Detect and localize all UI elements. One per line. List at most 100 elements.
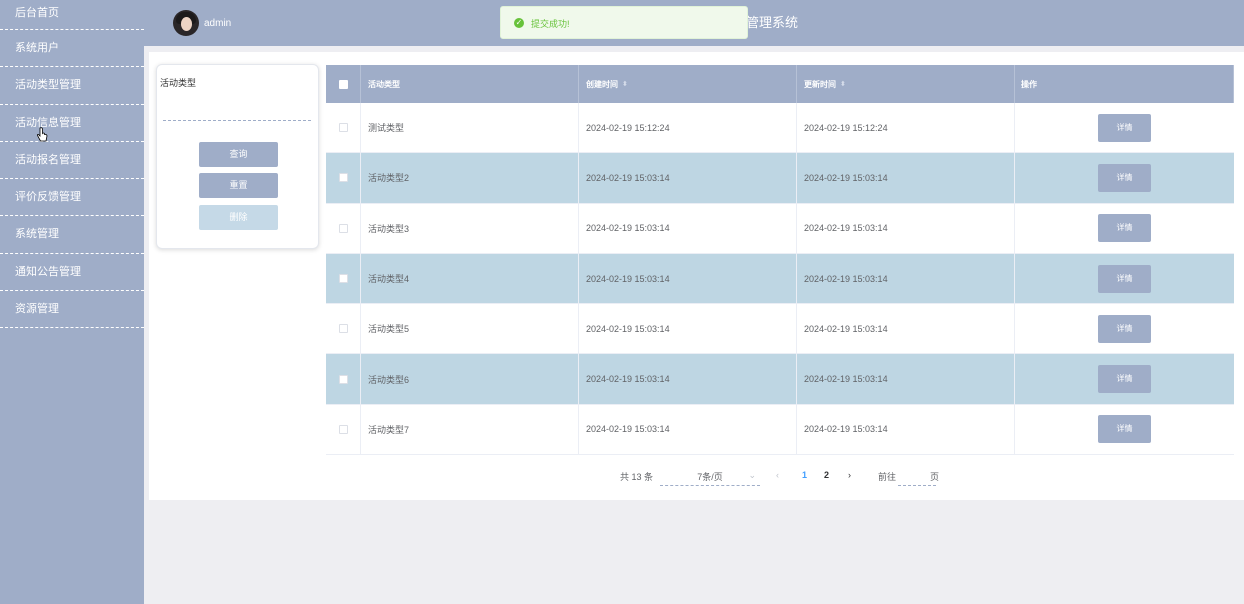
page-size-select[interactable]: 7条/页 ⌄ [660, 470, 760, 486]
row-checkbox[interactable] [338, 324, 348, 334]
select-all-checkbox[interactable] [338, 79, 348, 89]
cell-operations: 详情 [1015, 103, 1234, 152]
cell-created-time: 2024-02-19 15:03:14 [579, 354, 797, 404]
cell-operations: 详情 [1015, 153, 1234, 202]
cell-operations: 详情 [1015, 204, 1234, 253]
cell-updated-time: 2024-02-19 15:03:14 [797, 153, 1015, 203]
row-select-cell [326, 153, 361, 203]
row-select-cell [326, 304, 361, 354]
row-checkbox[interactable] [338, 424, 348, 434]
cell-operations: 详情 [1015, 254, 1234, 303]
detail-button[interactable]: 详情 [1098, 113, 1151, 142]
sidebar-item-feedback[interactable]: 评价反馈管理 [0, 179, 144, 217]
table-row: 活动类型3 2024-02-19 15:03:14 2024-02-19 15:… [326, 203, 1234, 254]
header-operations: 操作 [1015, 65, 1234, 103]
prev-page-button[interactable]: ‹ [776, 470, 779, 480]
header-activity-type: 活动类型 [361, 65, 579, 103]
next-page-button[interactable]: › [848, 470, 851, 480]
detail-button[interactable]: 详情 [1098, 163, 1151, 192]
cell-created-time: 2024-02-19 15:03:14 [579, 304, 797, 354]
table-header: 活动类型 创建时间 ⬍ 更新时间 ⬍ 操作 [326, 65, 1234, 103]
detail-button[interactable]: 详情 [1098, 365, 1151, 394]
header-updated-label: 更新时间 [804, 79, 836, 89]
sort-icon[interactable]: ⬍ [622, 80, 628, 88]
row-checkbox[interactable] [338, 123, 348, 133]
success-toast: ✓ 提交成功! [500, 6, 748, 39]
cell-updated-time: 2024-02-19 15:03:14 [797, 404, 1015, 455]
row-select-cell [326, 103, 361, 153]
sidebar-item-activity-signup[interactable]: 活动报名管理 [0, 142, 144, 180]
cell-activity-type: 活动类型2 [361, 153, 579, 203]
goto-label: 前往 [878, 472, 897, 482]
query-button[interactable]: 查询 [199, 142, 278, 167]
sidebar-item-system[interactable]: 系统管理 [0, 216, 144, 254]
cell-updated-time: 2024-02-19 15:03:14 [797, 354, 1015, 404]
check-circle-icon: ✓ [514, 18, 524, 28]
row-select-cell [326, 203, 361, 253]
select-all-cell [326, 65, 361, 103]
cell-activity-type: 活动类型4 [361, 253, 579, 304]
hand-cursor-icon [36, 127, 48, 142]
activity-type-search-input[interactable] [163, 103, 311, 121]
cell-updated-time: 2024-02-19 15:03:14 [797, 253, 1015, 304]
cell-created-time: 2024-02-19 15:03:14 [579, 253, 797, 304]
sidebar-item-activity-info[interactable]: 活动信息管理 [0, 105, 144, 142]
table-row: 活动类型4 2024-02-19 15:03:14 2024-02-19 15:… [326, 253, 1234, 305]
delete-button[interactable]: 删除 [199, 205, 278, 230]
sidebar-item-system-users[interactable]: 系统用户 [0, 30, 144, 68]
cell-created-time: 2024-02-19 15:12:24 [579, 103, 797, 153]
detail-button[interactable]: 详情 [1098, 214, 1151, 243]
sort-icon[interactable]: ⬍ [840, 80, 846, 88]
cell-activity-type: 活动类型3 [361, 203, 579, 253]
row-checkbox[interactable] [338, 374, 348, 384]
cell-created-time: 2024-02-19 15:03:14 [579, 153, 797, 203]
detail-button[interactable]: 详情 [1098, 314, 1151, 343]
detail-button[interactable]: 详情 [1098, 415, 1151, 444]
system-title: 管理系统 [746, 15, 799, 30]
row-select-cell [326, 253, 361, 304]
pagination-total: 共 13 条 [620, 472, 654, 482]
table-row: 活动类型6 2024-02-19 15:03:14 2024-02-19 15:… [326, 354, 1234, 405]
cell-activity-type: 测试类型 [361, 103, 579, 153]
table-row: 活动类型5 2024-02-19 15:03:14 2024-02-19 15:… [326, 304, 1234, 355]
cell-operations: 详情 [1015, 304, 1234, 353]
header-created-time[interactable]: 创建时间 ⬍ [579, 65, 797, 103]
table-row: 活动类型7 2024-02-19 15:03:14 2024-02-19 15:… [326, 404, 1234, 456]
cell-updated-time: 2024-02-19 15:03:14 [797, 203, 1015, 253]
username: admin [204, 18, 232, 29]
cell-activity-type: 活动类型5 [361, 304, 579, 354]
cell-operations: 详情 [1015, 405, 1234, 454]
cell-activity-type: 活动类型6 [361, 354, 579, 404]
row-checkbox[interactable] [338, 223, 348, 233]
cell-updated-time: 2024-02-19 15:12:24 [797, 103, 1015, 153]
row-select-cell [326, 404, 361, 455]
table-row: 活动类型2 2024-02-19 15:03:14 2024-02-19 15:… [326, 153, 1234, 204]
sidebar: 后台首页 系统用户 活动类型管理 活动信息管理 活动报名管理 评价反馈管理 系统… [0, 0, 144, 604]
page-suffix-label: 页 [930, 472, 940, 482]
page-1-button[interactable]: 1 [802, 470, 807, 480]
search-label: 活动类型 [160, 78, 197, 88]
search-card: 活动类型 查询 重置 删除 [156, 64, 319, 249]
cell-created-time: 2024-02-19 15:03:14 [579, 404, 797, 455]
table-row: 测试类型 2024-02-19 15:12:24 2024-02-19 15:1… [326, 103, 1234, 154]
cell-updated-time: 2024-02-19 15:03:14 [797, 304, 1015, 354]
cell-operations: 详情 [1015, 354, 1234, 403]
row-select-cell [326, 354, 361, 404]
page-2-button[interactable]: 2 [824, 470, 829, 480]
header-created-label: 创建时间 [586, 79, 618, 89]
page-size-value: 7条/页 [697, 472, 723, 482]
chevron-down-icon: ⌄ [748, 470, 756, 480]
detail-button[interactable]: 详情 [1098, 264, 1151, 293]
row-checkbox[interactable] [338, 274, 348, 284]
cell-created-time: 2024-02-19 15:03:14 [579, 203, 797, 253]
reset-button[interactable]: 重置 [199, 173, 278, 198]
sidebar-item-home[interactable]: 后台首页 [0, 0, 144, 30]
toast-message: 提交成功! [531, 19, 570, 29]
header-updated-time[interactable]: 更新时间 ⬍ [797, 65, 1015, 103]
avatar[interactable] [173, 10, 199, 36]
sidebar-item-notices[interactable]: 通知公告管理 [0, 254, 144, 292]
cell-activity-type: 活动类型7 [361, 404, 579, 455]
sidebar-item-activity-types[interactable]: 活动类型管理 [0, 67, 144, 105]
row-checkbox[interactable] [338, 173, 348, 183]
sidebar-item-resources[interactable]: 资源管理 [0, 291, 144, 329]
